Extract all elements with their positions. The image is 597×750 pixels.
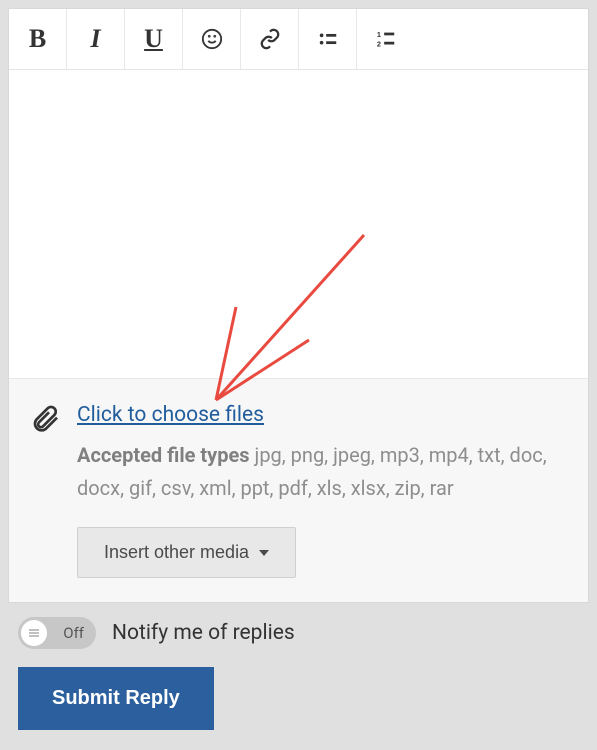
link-icon <box>259 28 281 50</box>
italic-icon: I <box>90 24 100 54</box>
reply-editor: B I U <box>8 8 589 603</box>
underline-button[interactable]: U <box>125 9 183 69</box>
attachment-section: Click to choose files Accepted file type… <box>9 378 588 602</box>
svg-text:1: 1 <box>377 30 381 39</box>
numbered-list-icon: 1 2 <box>375 28 397 50</box>
notify-toggle[interactable]: Off <box>18 617 96 649</box>
reply-footer: Off Notify me of replies <box>8 603 589 663</box>
svg-text:2: 2 <box>377 39 381 48</box>
toggle-knob <box>21 620 47 646</box>
chevron-down-icon <box>259 550 269 556</box>
insert-media-label: Insert other media <box>104 542 249 563</box>
emoji-button[interactable] <box>183 9 241 69</box>
toggle-state-label: Off <box>63 624 84 642</box>
accepted-types-text: Accepted file types jpg, png, jpeg, mp3,… <box>77 439 564 505</box>
bullet-list-icon <box>317 28 339 50</box>
bold-button[interactable]: B <box>9 9 67 69</box>
notify-replies-label: Notify me of replies <box>112 621 295 645</box>
annotation-arrow <box>9 70 569 410</box>
toggle-lines-icon <box>27 626 41 640</box>
bullet-list-button[interactable] <box>299 9 357 69</box>
underline-icon: U <box>144 24 163 54</box>
accepted-types-label: Accepted file types <box>77 443 250 467</box>
insert-other-media-button[interactable]: Insert other media <box>77 527 296 578</box>
editor-textarea[interactable] <box>9 70 588 378</box>
choose-files-link[interactable]: Click to choose files <box>77 403 264 427</box>
italic-button[interactable]: I <box>67 9 125 69</box>
editor-toolbar: B I U <box>9 9 588 70</box>
paperclip-icon <box>29 403 61 435</box>
bold-icon: B <box>29 24 46 54</box>
smiley-icon <box>201 28 223 50</box>
numbered-list-button[interactable]: 1 2 <box>357 9 415 69</box>
link-button[interactable] <box>241 9 299 69</box>
submit-reply-button[interactable]: Submit Reply <box>18 667 214 730</box>
